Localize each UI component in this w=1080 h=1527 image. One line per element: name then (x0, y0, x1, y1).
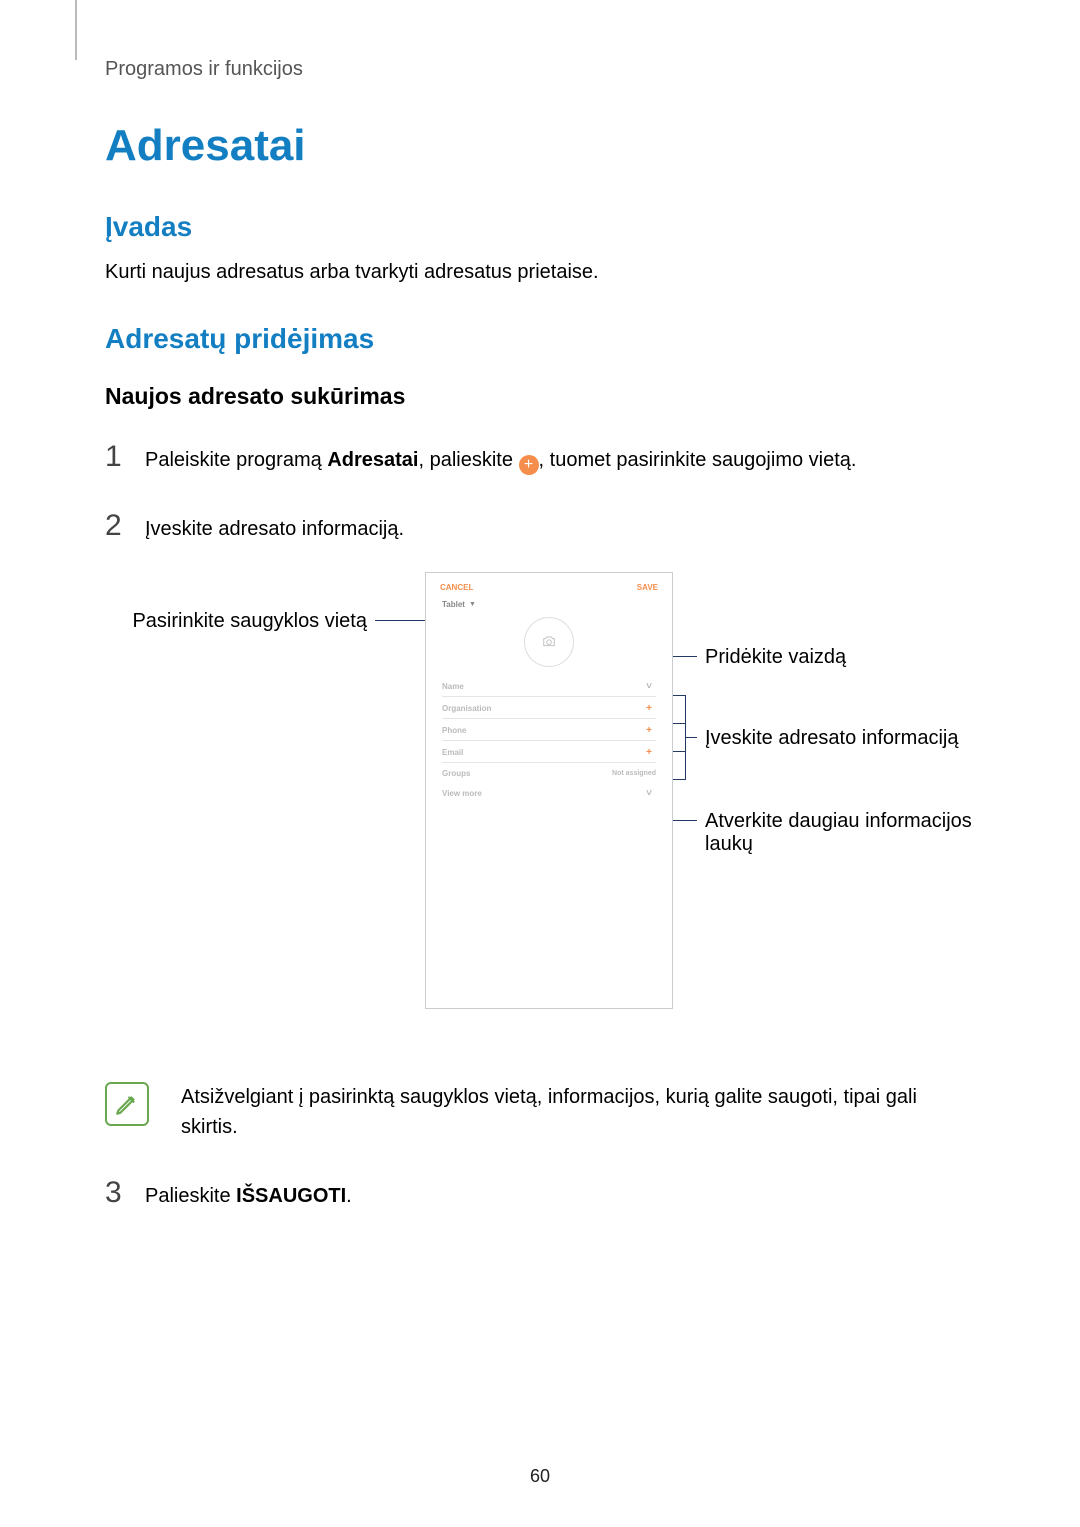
page-content: Programos ir funkcijos Adresatai Įvadas … (0, 0, 1080, 1215)
mock-storage-label: Tablet (442, 600, 465, 609)
figure-area: Pasirinkite saugyklos vietą Pridėkite va… (105, 572, 975, 1052)
page-header: Programos ir funkcijos (105, 58, 975, 81)
note-row: Atsižvelgiant į pasirinktą saugyklos vie… (105, 1082, 975, 1142)
plus-icon: + (519, 455, 539, 475)
step-2-text: Įveskite adresato informaciją. (145, 514, 975, 544)
mock-groups-label: Groups (442, 769, 612, 778)
step-3-num: 3 (105, 1170, 145, 1215)
mock-save: SAVE (637, 583, 658, 592)
step-3-post: . (346, 1185, 352, 1207)
mock-row-viewmore: View more ˅ (442, 782, 656, 803)
step-1-num: 1 (105, 434, 145, 479)
conn-info-out (685, 737, 697, 738)
section-heading: Adresatų pridėjimas (105, 323, 975, 355)
mock-viewmore-label: View more (442, 789, 642, 798)
conn-info-h1 (673, 695, 685, 696)
step-3-bold: IŠSAUGOTI (236, 1185, 346, 1207)
mock-topbar: CANCEL SAVE (426, 573, 672, 600)
note-text: Atsižvelgiant į pasirinktą saugyklos vie… (181, 1082, 975, 1142)
conn-info-h3 (673, 751, 685, 752)
step-1-bold: Adresatai (327, 449, 418, 471)
phone-mock: CANCEL SAVE Tablet ▼ Name ˅ Organisation… (425, 572, 673, 1009)
plus-icon: + (642, 725, 656, 736)
ann-image: Pridėkite vaizdą (705, 646, 846, 669)
page-number: 60 (0, 1466, 1080, 1487)
title-h1: Adresatai (105, 121, 975, 171)
plus-icon: + (642, 747, 656, 758)
step-2: 2 Įveskite adresato informaciją. (105, 503, 975, 548)
section-sub: Naujos adresato sukūrimas (105, 383, 975, 410)
step-3-pre: Palieskite (145, 1185, 236, 1207)
intro-body: Kurti naujus adresatus arba tvarkyti adr… (105, 257, 975, 287)
conn-info-h2 (673, 723, 685, 724)
mock-storage-row: Tablet ▼ (426, 600, 672, 613)
step-1: 1 Paleiskite programą Adresatai, paliesk… (105, 434, 975, 479)
mock-row-org: Organisation + (442, 697, 656, 719)
mock-groups-act: Not assigned (612, 770, 656, 777)
step-3: 3 Palieskite IŠSAUGOTI. (105, 1170, 975, 1215)
chevron-down-icon: ▼ (469, 601, 476, 608)
chevron-down-icon: ˅ (642, 681, 656, 692)
step-1-text: Paleiskite programą Adresatai, palieskit… (145, 445, 975, 475)
step-3-text: Palieskite IŠSAUGOTI. (145, 1181, 975, 1211)
step-1-post: , tuomet pasirinkite saugojimo vietą. (539, 449, 857, 471)
ann-info: Įveskite adresato informaciją (705, 727, 958, 750)
mock-phone-label: Phone (442, 726, 642, 735)
mock-avatar (524, 617, 574, 667)
note-icon (105, 1082, 149, 1126)
ann-more: Atverkite daugiau informacijos laukų (705, 810, 1015, 856)
intro-heading: Įvadas (105, 211, 975, 243)
ann-storage: Pasirinkite saugyklos vietą (105, 610, 367, 633)
mock-row-name: Name ˅ (442, 675, 656, 697)
mock-cancel: CANCEL (440, 583, 637, 592)
mock-name-label: Name (442, 682, 642, 691)
plus-icon: + (642, 703, 656, 714)
mock-email-label: Email (442, 748, 642, 757)
step-1-pre: Paleiskite programą (145, 449, 327, 471)
mock-row-groups: Groups Not assigned (442, 763, 656, 782)
mock-row-email: Email + (442, 741, 656, 763)
mock-org-label: Organisation (442, 704, 642, 713)
chevron-down-icon: ˅ (642, 788, 656, 799)
step-2-num: 2 (105, 503, 145, 548)
step-1-mid: , palieskite (418, 449, 518, 471)
conn-more (673, 820, 697, 821)
camera-icon (542, 635, 556, 650)
mock-row-phone: Phone + (442, 719, 656, 741)
conn-info-h4 (673, 779, 685, 780)
